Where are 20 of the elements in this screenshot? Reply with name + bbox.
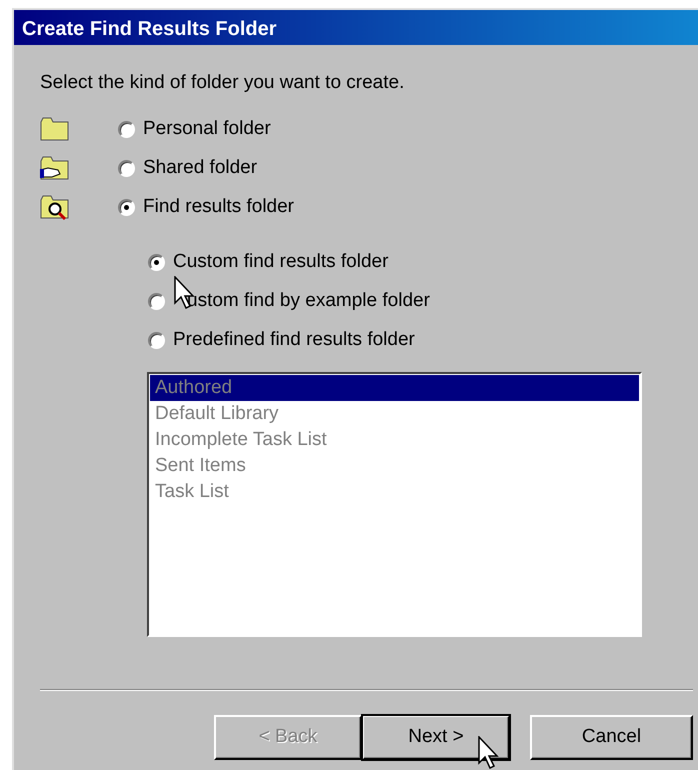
radio-button[interactable]: [118, 120, 135, 138]
cancel-button[interactable]: Cancel: [530, 714, 693, 760]
radio-button[interactable]: [118, 198, 135, 216]
window-title: Create Find Results Folder: [14, 10, 698, 45]
radio-label[interactable]: Personal folder: [143, 114, 271, 144]
radio-label[interactable]: ustom find by example folder: [187, 286, 430, 316]
radio-button[interactable]: [118, 160, 135, 176]
radio-button[interactable]: [148, 292, 165, 310]
radio-label[interactable]: Shared folder: [143, 154, 258, 182]
radio-button[interactable]: [148, 332, 165, 348]
next-button[interactable]: Next >: [362, 714, 510, 760]
cursor-icon: [478, 736, 500, 770]
shared-folder-icon: [40, 155, 70, 181]
folder-icon: [40, 116, 70, 142]
radio-label[interactable]: Predefined find results folder: [173, 326, 415, 354]
prompt-text: Select the kind of folder you want to create.: [40, 72, 404, 93]
radio-label[interactable]: Find results folder: [143, 192, 294, 222]
search-folder-icon: [40, 194, 70, 220]
radio-label[interactable]: Custom find results folder: [173, 248, 388, 276]
radio-button[interactable]: [148, 254, 165, 270]
